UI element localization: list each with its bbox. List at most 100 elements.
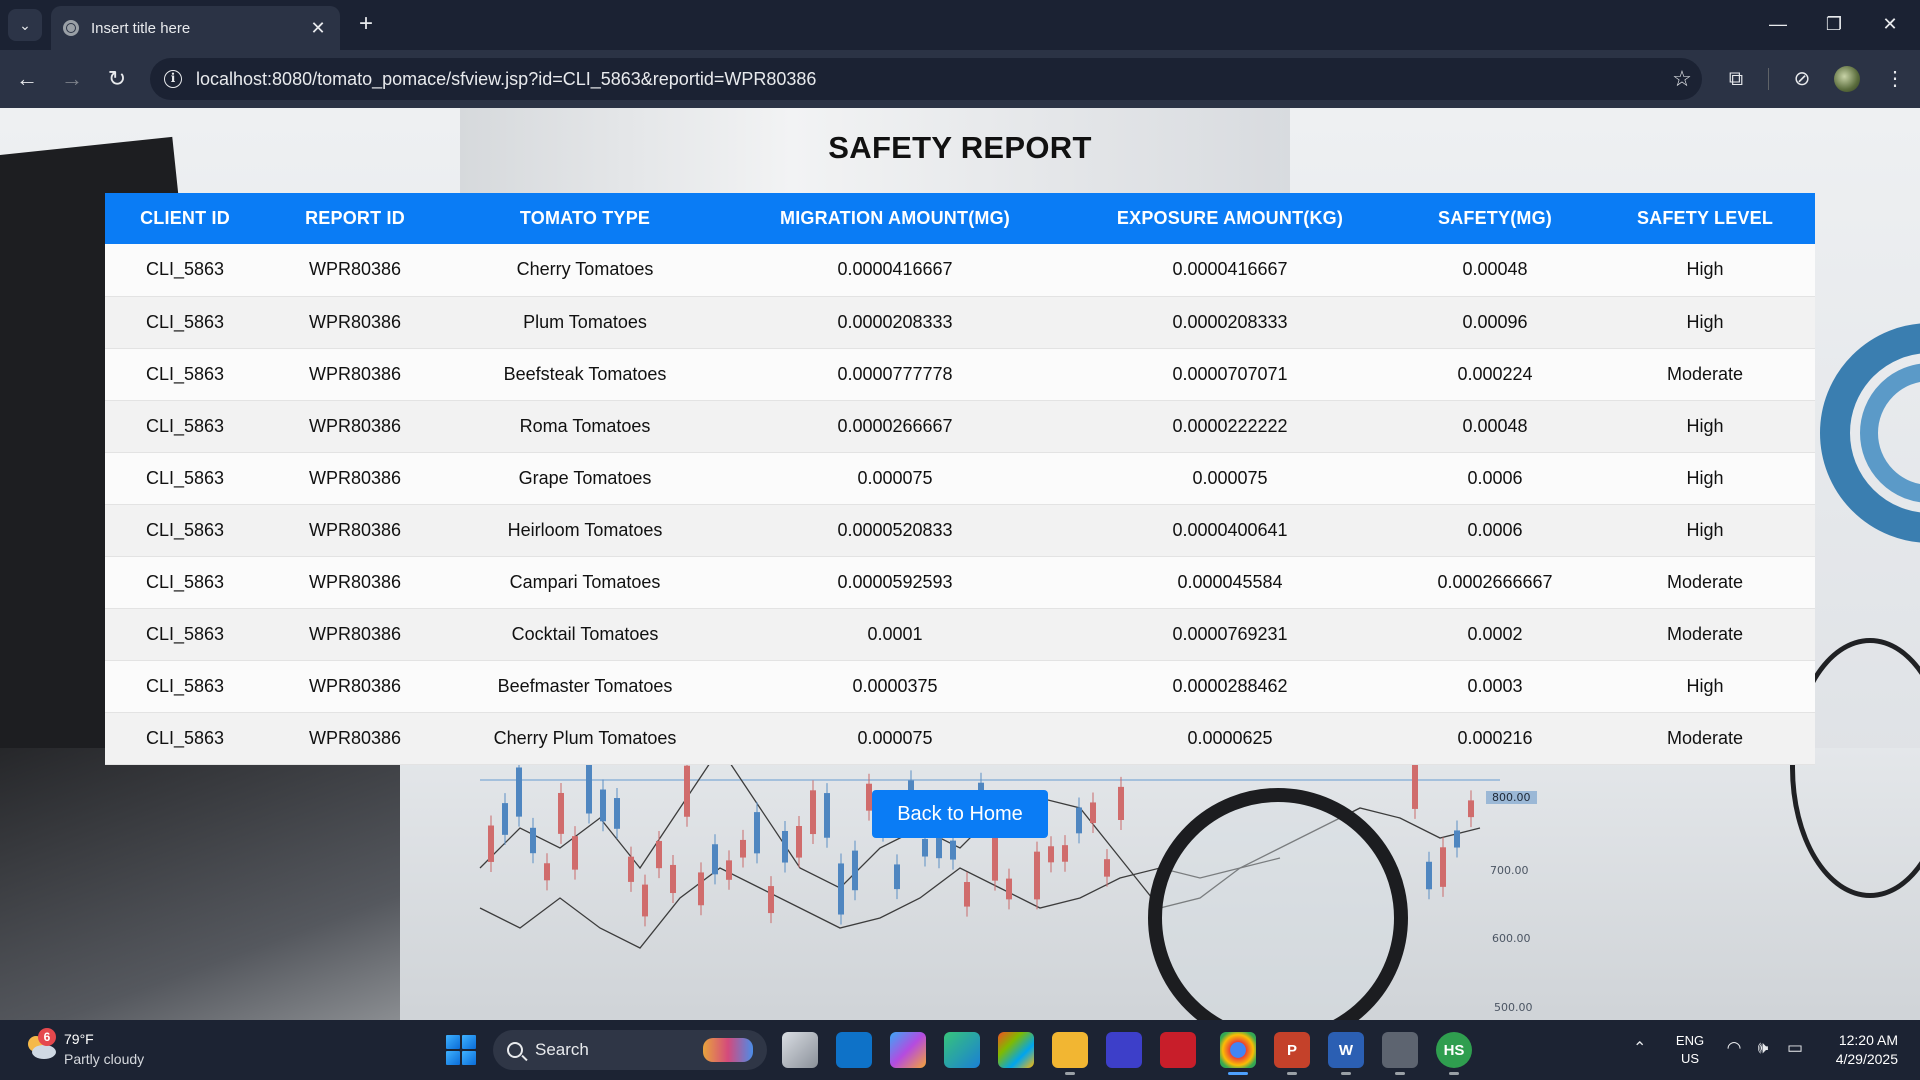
candle-body [1062,845,1068,862]
store-icon[interactable] [998,1032,1034,1068]
taskbar-search[interactable]: Search [493,1030,767,1070]
candle-body [852,850,858,891]
cell-migration-amount: 0.0000416667 [725,244,1065,297]
mcafee-icon[interactable] [1160,1032,1196,1068]
kebab-menu-icon[interactable]: ⋮ [1880,64,1910,94]
column-header-safety: SAFETY(MG) [1395,193,1595,244]
windows-start-icon[interactable] [446,1035,476,1065]
weather-temperature[interactable]: 79°F [64,1031,94,1047]
globe-icon [63,20,79,36]
forward-button[interactable]: → [57,64,87,94]
cell-tomato-type: Cherry Tomatoes [445,244,725,297]
column-header-client-id: CLIENT ID [105,193,265,244]
powerpoint-icon[interactable]: P [1274,1032,1310,1075]
candle-body [1034,851,1040,900]
new-tab-button[interactable]: + [352,10,380,38]
info-icon[interactable]: i [164,70,182,88]
background-axis-label: 600.00 [1492,932,1531,945]
candle-body [950,840,956,860]
chrome-icon[interactable] [1220,1032,1256,1075]
copilot-icon[interactable] [890,1032,926,1068]
cell-client-id: CLI_5863 [105,504,265,557]
candle-body [782,830,788,863]
language-indicator[interactable]: ENG US [1670,1032,1710,1068]
cell-safety: 0.000224 [1395,348,1595,401]
cell-safety: 0.00096 [1395,296,1595,349]
cell-migration-amount: 0.0000375 [725,660,1065,713]
column-header-exposure-amount: EXPOSURE AMOUNT(KG) [1065,193,1395,244]
cell-report-id: WPR80386 [265,452,445,505]
candle-body [544,863,550,881]
tab-list-button[interactable]: ⌄ [8,9,42,41]
edge-icon[interactable] [944,1032,980,1068]
settings-icon[interactable] [1382,1032,1418,1075]
chevron-up-icon[interactable]: ⌃ [1633,1038,1646,1058]
candle-body [1090,802,1096,824]
cell-tomato-type: Cherry Plum Tomatoes [445,712,725,765]
cell-exposure-amount: 0.000045584 [1065,556,1395,609]
browser-tab[interactable]: Insert title here ✕ [51,6,340,50]
candle-body [1440,847,1446,887]
candle-body [1468,800,1474,818]
gauge-icon[interactable]: ⊘ [1787,64,1817,94]
back-to-home-button[interactable]: Back to Home [872,790,1048,838]
task-view-icon[interactable] [782,1032,818,1068]
candle-body [572,836,578,870]
candle-body [768,886,774,914]
volume-icon[interactable]: 🕪 [1752,1038,1774,1058]
table-row: CLI_5863 WPR80386 Beefmaster Tomatoes 0.000… [105,660,1815,713]
vscode-icon[interactable] [836,1032,872,1068]
candle-body [516,767,522,817]
candle-body [964,882,970,907]
cell-tomato-type: Campari Tomatoes [445,556,725,609]
reload-button[interactable]: ↻ [102,64,132,94]
mathtype-icon[interactable] [1106,1032,1142,1068]
candle-body [1076,807,1082,834]
table-row: CLI_5863 WPR80386 Cherry Plum Tomatoes 0.00… [105,712,1815,765]
cell-report-id: WPR80386 [265,244,445,297]
column-header-safety-level: SAFETY LEVEL [1595,193,1815,244]
tab-title: Insert title here [91,19,191,37]
cell-tomato-type: Roma Tomatoes [445,400,725,453]
table-row: CLI_5863 WPR80386 Roma Tomatoes 0.000026666… [105,400,1815,453]
hs-app-icon[interactable]: HS [1436,1032,1472,1075]
avatar[interactable] [1834,66,1860,92]
address-bar[interactable]: i localhost:8080/tomato_pomace/sfview.js… [150,58,1702,100]
system-clock[interactable]: 12:20 AM 4/29/2025 [1816,1031,1898,1069]
cell-migration-amount: 0.0001 [725,608,1065,661]
table-header-row: CLIENT ID REPORT ID TOMATO TYPE MIGRATIO… [105,193,1815,244]
candle-body [698,872,704,906]
puzzle-icon[interactable]: ⧉ [1721,64,1751,94]
cell-safety-level: High [1595,660,1815,713]
candle-body [992,831,998,881]
chevron-down-icon: ⌄ [19,16,31,33]
weather-description[interactable]: Partly cloudy [64,1051,144,1067]
cell-report-id: WPR80386 [265,504,445,557]
cell-client-id: CLI_5863 [105,452,265,505]
candle-body [922,838,928,857]
close-tab-icon[interactable]: ✕ [308,18,328,39]
cell-safety-level: High [1595,400,1815,453]
close-window-button[interactable]: ✕ [1870,8,1910,40]
candle-body [642,884,648,917]
background-axis-label: 500.00 [1494,1001,1533,1014]
url-text[interactable]: localhost:8080/tomato_pomace/sfview.jsp?… [196,69,1662,90]
cell-safety: 0.00048 [1395,400,1595,453]
cell-client-id: CLI_5863 [105,296,265,349]
maximize-button[interactable]: ❐ [1814,8,1854,40]
word-icon[interactable]: W [1328,1032,1364,1075]
wifi-icon[interactable]: ◠ [1723,1038,1745,1058]
cell-tomato-type: Grape Tomatoes [445,452,725,505]
file-explorer-icon[interactable] [1052,1032,1088,1075]
candle-body [754,812,760,854]
browser-toolbar: ← → ↻ i localhost:8080/tomato_pomace/sfv… [0,50,1920,108]
back-button[interactable]: ← [12,64,42,94]
candle-body [628,856,634,882]
battery-icon[interactable]: ▭ [1784,1038,1806,1058]
cell-migration-amount: 0.0000592593 [725,556,1065,609]
minimize-button[interactable]: — [1758,8,1798,40]
star-icon[interactable]: ☆ [1662,66,1702,92]
cell-exposure-amount: 0.0000400641 [1065,504,1395,557]
cell-migration-amount: 0.000075 [725,452,1065,505]
cell-safety-level: High [1595,452,1815,505]
